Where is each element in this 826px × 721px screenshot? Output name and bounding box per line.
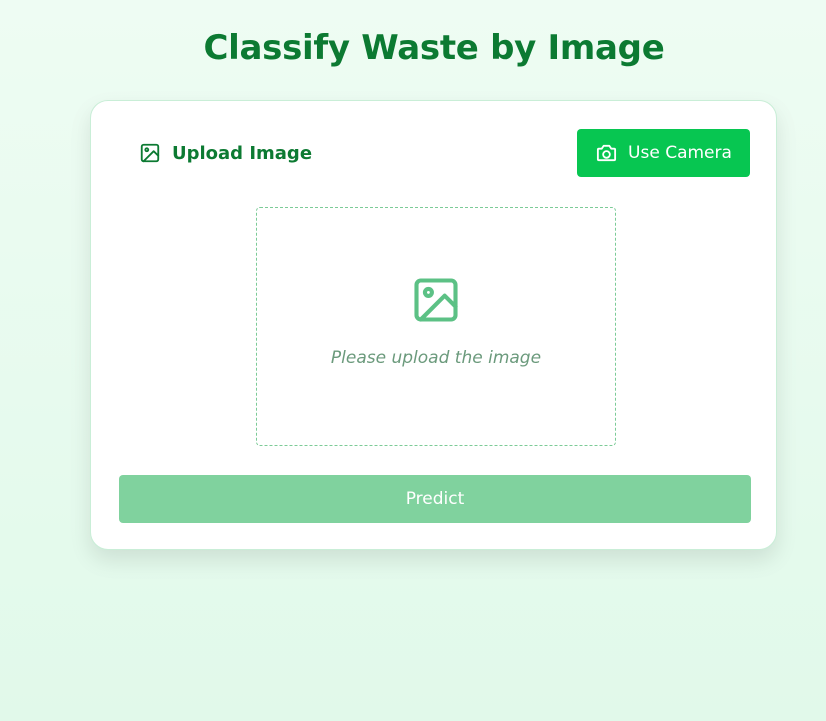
page-title: Classify Waste by Image	[203, 28, 665, 68]
upload-image-tab[interactable]: Upload Image	[139, 142, 312, 164]
dropzone-placeholder-text: Please upload the image	[330, 347, 542, 368]
image-placeholder-icon	[410, 274, 462, 326]
image-dropzone[interactable]: Please upload the image	[256, 207, 616, 446]
upload-image-label: Upload Image	[172, 142, 313, 164]
use-camera-label: Use Camera	[628, 143, 732, 163]
use-camera-button[interactable]: Use Camera	[577, 129, 750, 177]
classify-card: Upload Image Use Camera Please upload th…	[90, 100, 777, 550]
image-icon	[139, 142, 161, 164]
camera-icon	[595, 142, 618, 165]
predict-button[interactable]: Predict	[119, 475, 751, 523]
